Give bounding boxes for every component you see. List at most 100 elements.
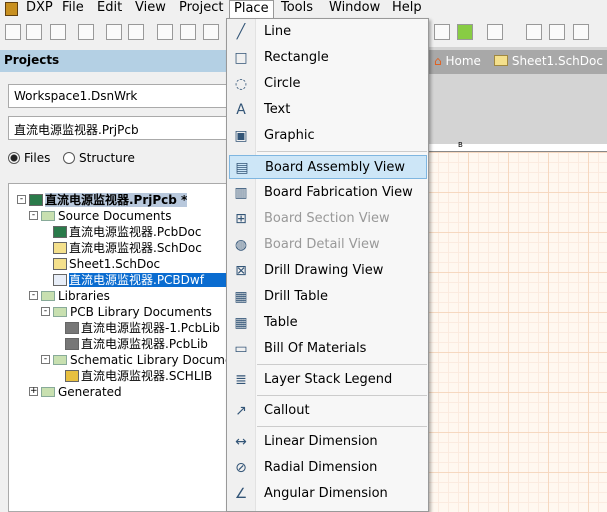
board-section-icon: ⊞ — [235, 211, 247, 227]
layer-stack-icon: ≣ — [235, 372, 247, 388]
circle-icon: ◌ — [234, 76, 248, 92]
menu-separator — [257, 151, 427, 152]
tree-item-label: Generated — [58, 385, 122, 399]
tree-item[interactable]: 直流电源监视器.SchDoc — [41, 240, 202, 256]
folder-icon — [53, 307, 67, 317]
menu-item-table[interactable]: ▦ Table — [229, 311, 427, 335]
drawing-canvas[interactable] — [428, 152, 607, 512]
menu-edit[interactable]: Edit — [93, 0, 126, 19]
menu-item-linear-dimension[interactable]: ↔ Linear Dimension — [229, 430, 427, 454]
radio-structure[interactable]: Structure — [63, 151, 135, 165]
shapes-icon[interactable] — [434, 24, 450, 40]
menu-item-drill-table[interactable]: ▦ Drill Table — [229, 285, 427, 309]
tree-item[interactable]: + Generated — [29, 384, 122, 400]
menu-item-label: Linear Dimension — [264, 434, 378, 449]
sch-doc-icon — [53, 258, 67, 270]
tree-item-label: Schematic Library Documents — [70, 353, 251, 367]
menu-separator — [257, 364, 427, 365]
tree-item[interactable]: 直流电源监视器.SCHLIB — [53, 368, 212, 384]
menu-item-circle[interactable]: ◌ Circle — [229, 72, 427, 96]
menu-item-label: Angular Dimension — [264, 486, 388, 501]
linear-dimension-icon: ↔ — [235, 434, 247, 450]
drill-drawing-icon: ⊠ — [235, 263, 247, 279]
menu-item-layer-stack-legend[interactable]: ≣ Layer Stack Legend — [229, 368, 427, 392]
menu-file[interactable]: File — [58, 0, 88, 19]
menu-item-rectangle[interactable]: □ Rectangle — [229, 46, 427, 70]
menu-item-callout[interactable]: ↗ Callout — [229, 399, 427, 423]
menu-item-label: Board Section View — [264, 211, 390, 226]
tree-item[interactable]: - Schematic Library Documents — [41, 352, 251, 368]
project-icon — [29, 194, 43, 206]
note-icon[interactable] — [549, 24, 565, 40]
menu-item-text[interactable]: A Text — [229, 98, 427, 122]
radio-unchecked-icon — [63, 152, 75, 164]
copy-icon[interactable] — [180, 24, 196, 40]
menu-item-label: Board Assembly View — [265, 160, 405, 175]
workspace-dropdown[interactable]: Workspace1.DsnWrk — [8, 84, 227, 108]
open-doc-icon[interactable] — [128, 24, 144, 40]
menu-window[interactable]: Window — [325, 0, 384, 19]
tab-sheet1[interactable]: Sheet1.SchDoc — [494, 54, 603, 68]
radio-files[interactable]: Files — [8, 151, 50, 165]
dxp-logo-icon — [5, 2, 18, 16]
tree-item[interactable]: - PCB Library Documents — [41, 304, 212, 320]
menu-item-board-assembly-view[interactable]: ▤ Board Assembly View — [229, 155, 427, 179]
tree-item-label: 直流电源监视器-1.PcbLib — [81, 321, 220, 335]
tree-item[interactable]: - Libraries — [29, 288, 110, 304]
cut-icon[interactable] — [157, 24, 173, 40]
collapse-icon[interactable]: - — [41, 355, 50, 364]
menu-item-drill-drawing-view[interactable]: ⊠ Drill Drawing View — [229, 259, 427, 283]
schlib-icon — [65, 370, 79, 382]
menu-dxp[interactable]: DXP — [22, 0, 57, 19]
3d-view-icon[interactable] — [106, 24, 122, 40]
menu-item-label: Drill Drawing View — [264, 263, 384, 278]
menu-item-board-section-view[interactable]: ⊞ Board Section View — [229, 207, 427, 231]
menu-item-bill-of-materials[interactable]: ▭ Bill Of Materials — [229, 337, 427, 361]
collapse-icon[interactable]: - — [29, 291, 38, 300]
dimension-icon[interactable] — [487, 24, 503, 40]
ruler-label: B — [458, 141, 463, 149]
open-icon[interactable] — [26, 24, 42, 40]
table-icon[interactable] — [573, 24, 589, 40]
menu-place[interactable]: Place — [229, 0, 274, 20]
menu-tools[interactable]: Tools — [277, 0, 317, 19]
menu-project[interactable]: Project — [175, 0, 227, 19]
folder-icon — [41, 211, 55, 221]
menu-item-line[interactable]: ╱ Line — [229, 20, 427, 44]
tree-item[interactable]: 直流电源监视器.PcbLib — [53, 336, 208, 352]
sch-doc-icon — [53, 242, 67, 254]
save-icon[interactable] — [50, 24, 66, 40]
tree-item[interactable]: Sheet1.SchDoc — [41, 256, 160, 272]
print-icon[interactable] — [78, 24, 94, 40]
menu-item-label: Callout — [264, 403, 310, 418]
tree-item[interactable]: 直流电源监视器-1.PcbLib — [53, 320, 220, 336]
menu-item-angular-dimension[interactable]: ∠ Angular Dimension — [229, 482, 427, 506]
menu-item-board-fabrication-view[interactable]: ▥ Board Fabrication View — [229, 181, 427, 205]
tab-home[interactable]: ⌂ Home — [434, 54, 481, 68]
new-icon[interactable] — [5, 24, 21, 40]
menu-help[interactable]: Help — [388, 0, 426, 19]
project-dropdown[interactable]: 直流电源监视器.PrjPcb — [8, 116, 227, 140]
collapse-icon[interactable]: - — [41, 307, 50, 316]
menu-item-graphic[interactable]: ▣ Graphic — [229, 124, 427, 148]
tree-item[interactable]: - 直流电源监视器.PrjPcb * — [17, 192, 188, 208]
callout-icon: ↗ — [235, 403, 247, 419]
collapse-icon[interactable]: - — [17, 195, 26, 204]
menu-item-label: Line — [264, 24, 292, 39]
menu-item-radial-dimension[interactable]: ⊘ Radial Dimension — [229, 456, 427, 480]
tree-item[interactable]: 直流电源监视器.PcbDoc — [41, 224, 201, 240]
paste-icon[interactable] — [203, 24, 219, 40]
menu-item-board-detail-view[interactable]: ◍ Board Detail View — [229, 233, 427, 257]
place-menu: ╱ Line □ Rectangle ◌ Circle A Text ▣ Graphic ▤ Boar… — [226, 18, 429, 512]
collapse-icon[interactable]: - — [29, 211, 38, 220]
menu-view[interactable]: View — [131, 0, 170, 19]
project-tree: - 直流电源监视器.PrjPcb * - Source Documents 直流电源监视… — [8, 183, 251, 512]
expand-icon[interactable]: + — [29, 387, 38, 396]
layer-icon[interactable] — [457, 24, 473, 40]
folder-icon — [41, 291, 55, 301]
tree-item[interactable]: - Source Documents — [29, 208, 171, 224]
document-tabs: ⌂ Home Sheet1.SchDoc — [428, 50, 607, 74]
tree-item[interactable]: 直流电源监视器.PCBDwf — [41, 272, 234, 288]
menu-item-label: Board Fabrication View — [264, 185, 413, 200]
callout-icon[interactable] — [526, 24, 542, 40]
